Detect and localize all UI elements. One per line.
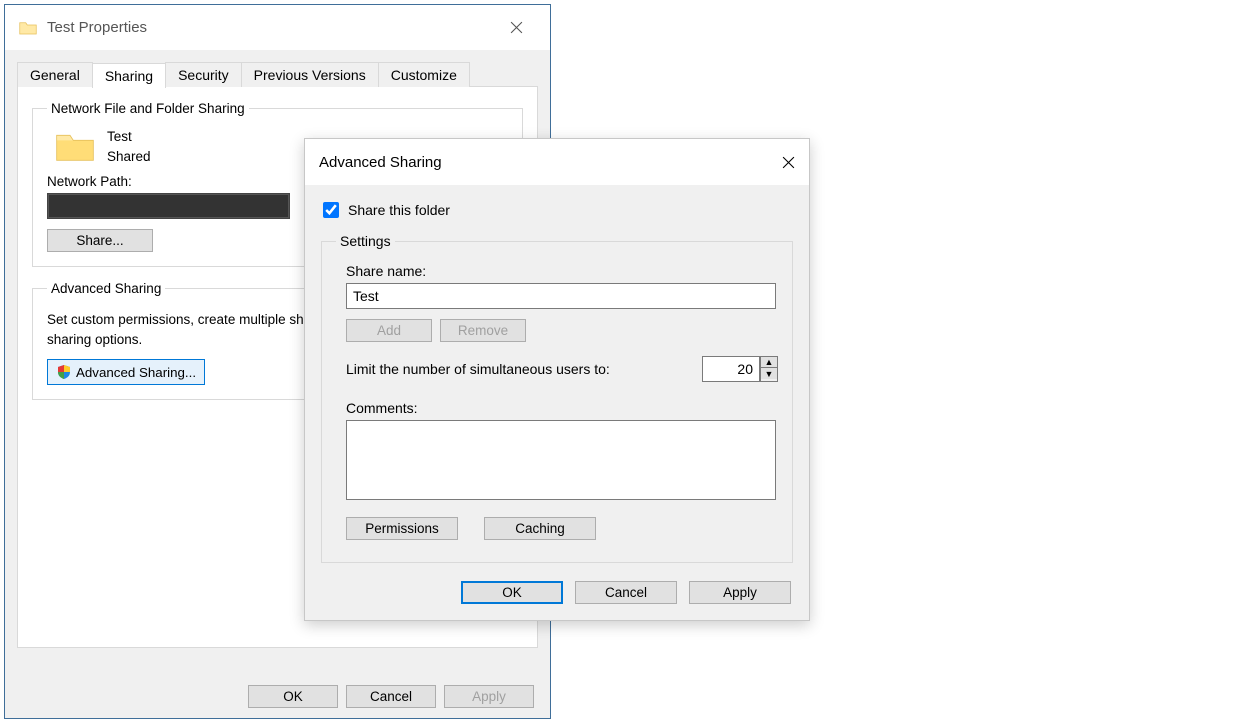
group-settings: Settings Share name: Add Remove Limit th… [321,233,793,563]
tab-strip: General Sharing Security Previous Versio… [17,62,538,87]
settings-legend: Settings [336,233,395,249]
advanced-title-text: Advanced Sharing [319,154,442,171]
spin-down-button[interactable]: ▼ [761,368,777,379]
folder-status: Shared [107,147,151,167]
ok-button[interactable]: OK [248,685,338,708]
advanced-sharing-button[interactable]: Advanced Sharing... [47,359,205,385]
cancel-button[interactable]: Cancel [346,685,436,708]
permissions-button[interactable]: Permissions [346,517,458,540]
close-icon [510,21,523,34]
tab-general[interactable]: General [17,62,93,87]
group-advanced-legend: Advanced Sharing [47,281,165,296]
advanced-button-row: OK Cancel Apply [319,563,795,608]
advanced-sharing-button-label: Advanced Sharing... [76,365,196,380]
tab-security[interactable]: Security [165,62,242,87]
folder-name: Test [107,127,151,147]
tab-customize[interactable]: Customize [378,62,470,87]
spin-up-button[interactable]: ▲ [761,357,777,368]
share-folder-checkbox-label: Share this folder [348,202,450,218]
limit-value-input[interactable] [702,356,760,382]
group-network-legend: Network File and Folder Sharing [47,101,249,116]
titlebar: Test Properties [5,5,550,50]
close-button[interactable] [496,8,536,48]
properties-button-row: OK Cancel Apply [5,685,550,708]
share-button[interactable]: Share... [47,229,153,252]
apply-button[interactable]: Apply [444,685,534,708]
share-name-label: Share name: [346,263,778,279]
shield-icon [56,364,72,380]
caching-button[interactable]: Caching [484,517,596,540]
folder-large-icon [55,130,95,164]
network-path-value[interactable] [47,193,290,219]
share-folder-checkbox-input[interactable] [323,202,339,218]
tab-previous[interactable]: Previous Versions [241,62,379,87]
comments-label: Comments: [346,400,778,416]
remove-button[interactable]: Remove [440,319,526,342]
advanced-close-button[interactable] [782,156,795,169]
close-icon [782,156,795,169]
advanced-ok-button[interactable]: OK [461,581,563,604]
limit-spinner[interactable]: ▲ ▼ [702,356,778,382]
advanced-cancel-button[interactable]: Cancel [575,581,677,604]
advanced-client: Share this folder Settings Share name: A… [305,185,809,620]
share-folder-checkbox[interactable]: Share this folder [319,199,795,221]
share-name-input[interactable] [346,283,776,309]
advanced-sharing-dialog: Advanced Sharing Share this folder Setti… [304,138,810,621]
window-title: Test Properties [47,19,147,36]
tab-sharing[interactable]: Sharing [92,63,166,88]
advanced-apply-button[interactable]: Apply [689,581,791,604]
folder-icon [19,20,37,36]
add-button[interactable]: Add [346,319,432,342]
advanced-titlebar: Advanced Sharing [305,139,809,185]
limit-label: Limit the number of simultaneous users t… [346,361,610,377]
comments-textarea[interactable] [346,420,776,500]
